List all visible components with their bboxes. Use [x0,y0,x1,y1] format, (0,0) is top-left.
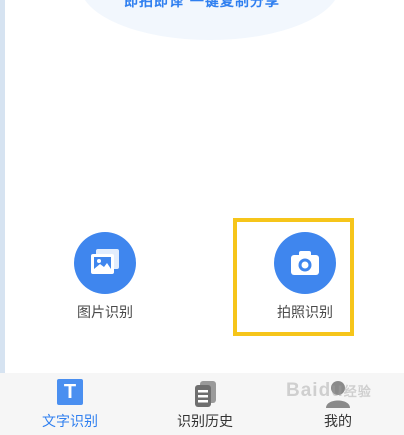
banner-slogan: 即拍即译 一键复制分享 [124,0,280,10]
image-gallery-icon [91,249,119,274]
left-edge-strip [0,0,5,435]
tab-history-label: 识别历史 [177,414,233,430]
tab-history[interactable]: 识别历史 [145,373,265,431]
text-t-icon: T [55,379,85,409]
gallery-recognize-button[interactable]: 图片识别 [45,232,165,322]
baidu-watermark: Baidu经验 [286,380,372,401]
tab-mine-label: 我的 [324,414,352,430]
history-stack-icon [190,379,220,409]
highlight-box [233,218,354,336]
tab-text-recognize-label: 文字识别 [42,414,98,430]
tab-text-recognize[interactable]: T 文字识别 [10,373,130,431]
gallery-recognize-label: 图片识别 [77,305,133,321]
gallery-circle[interactable] [74,232,136,294]
